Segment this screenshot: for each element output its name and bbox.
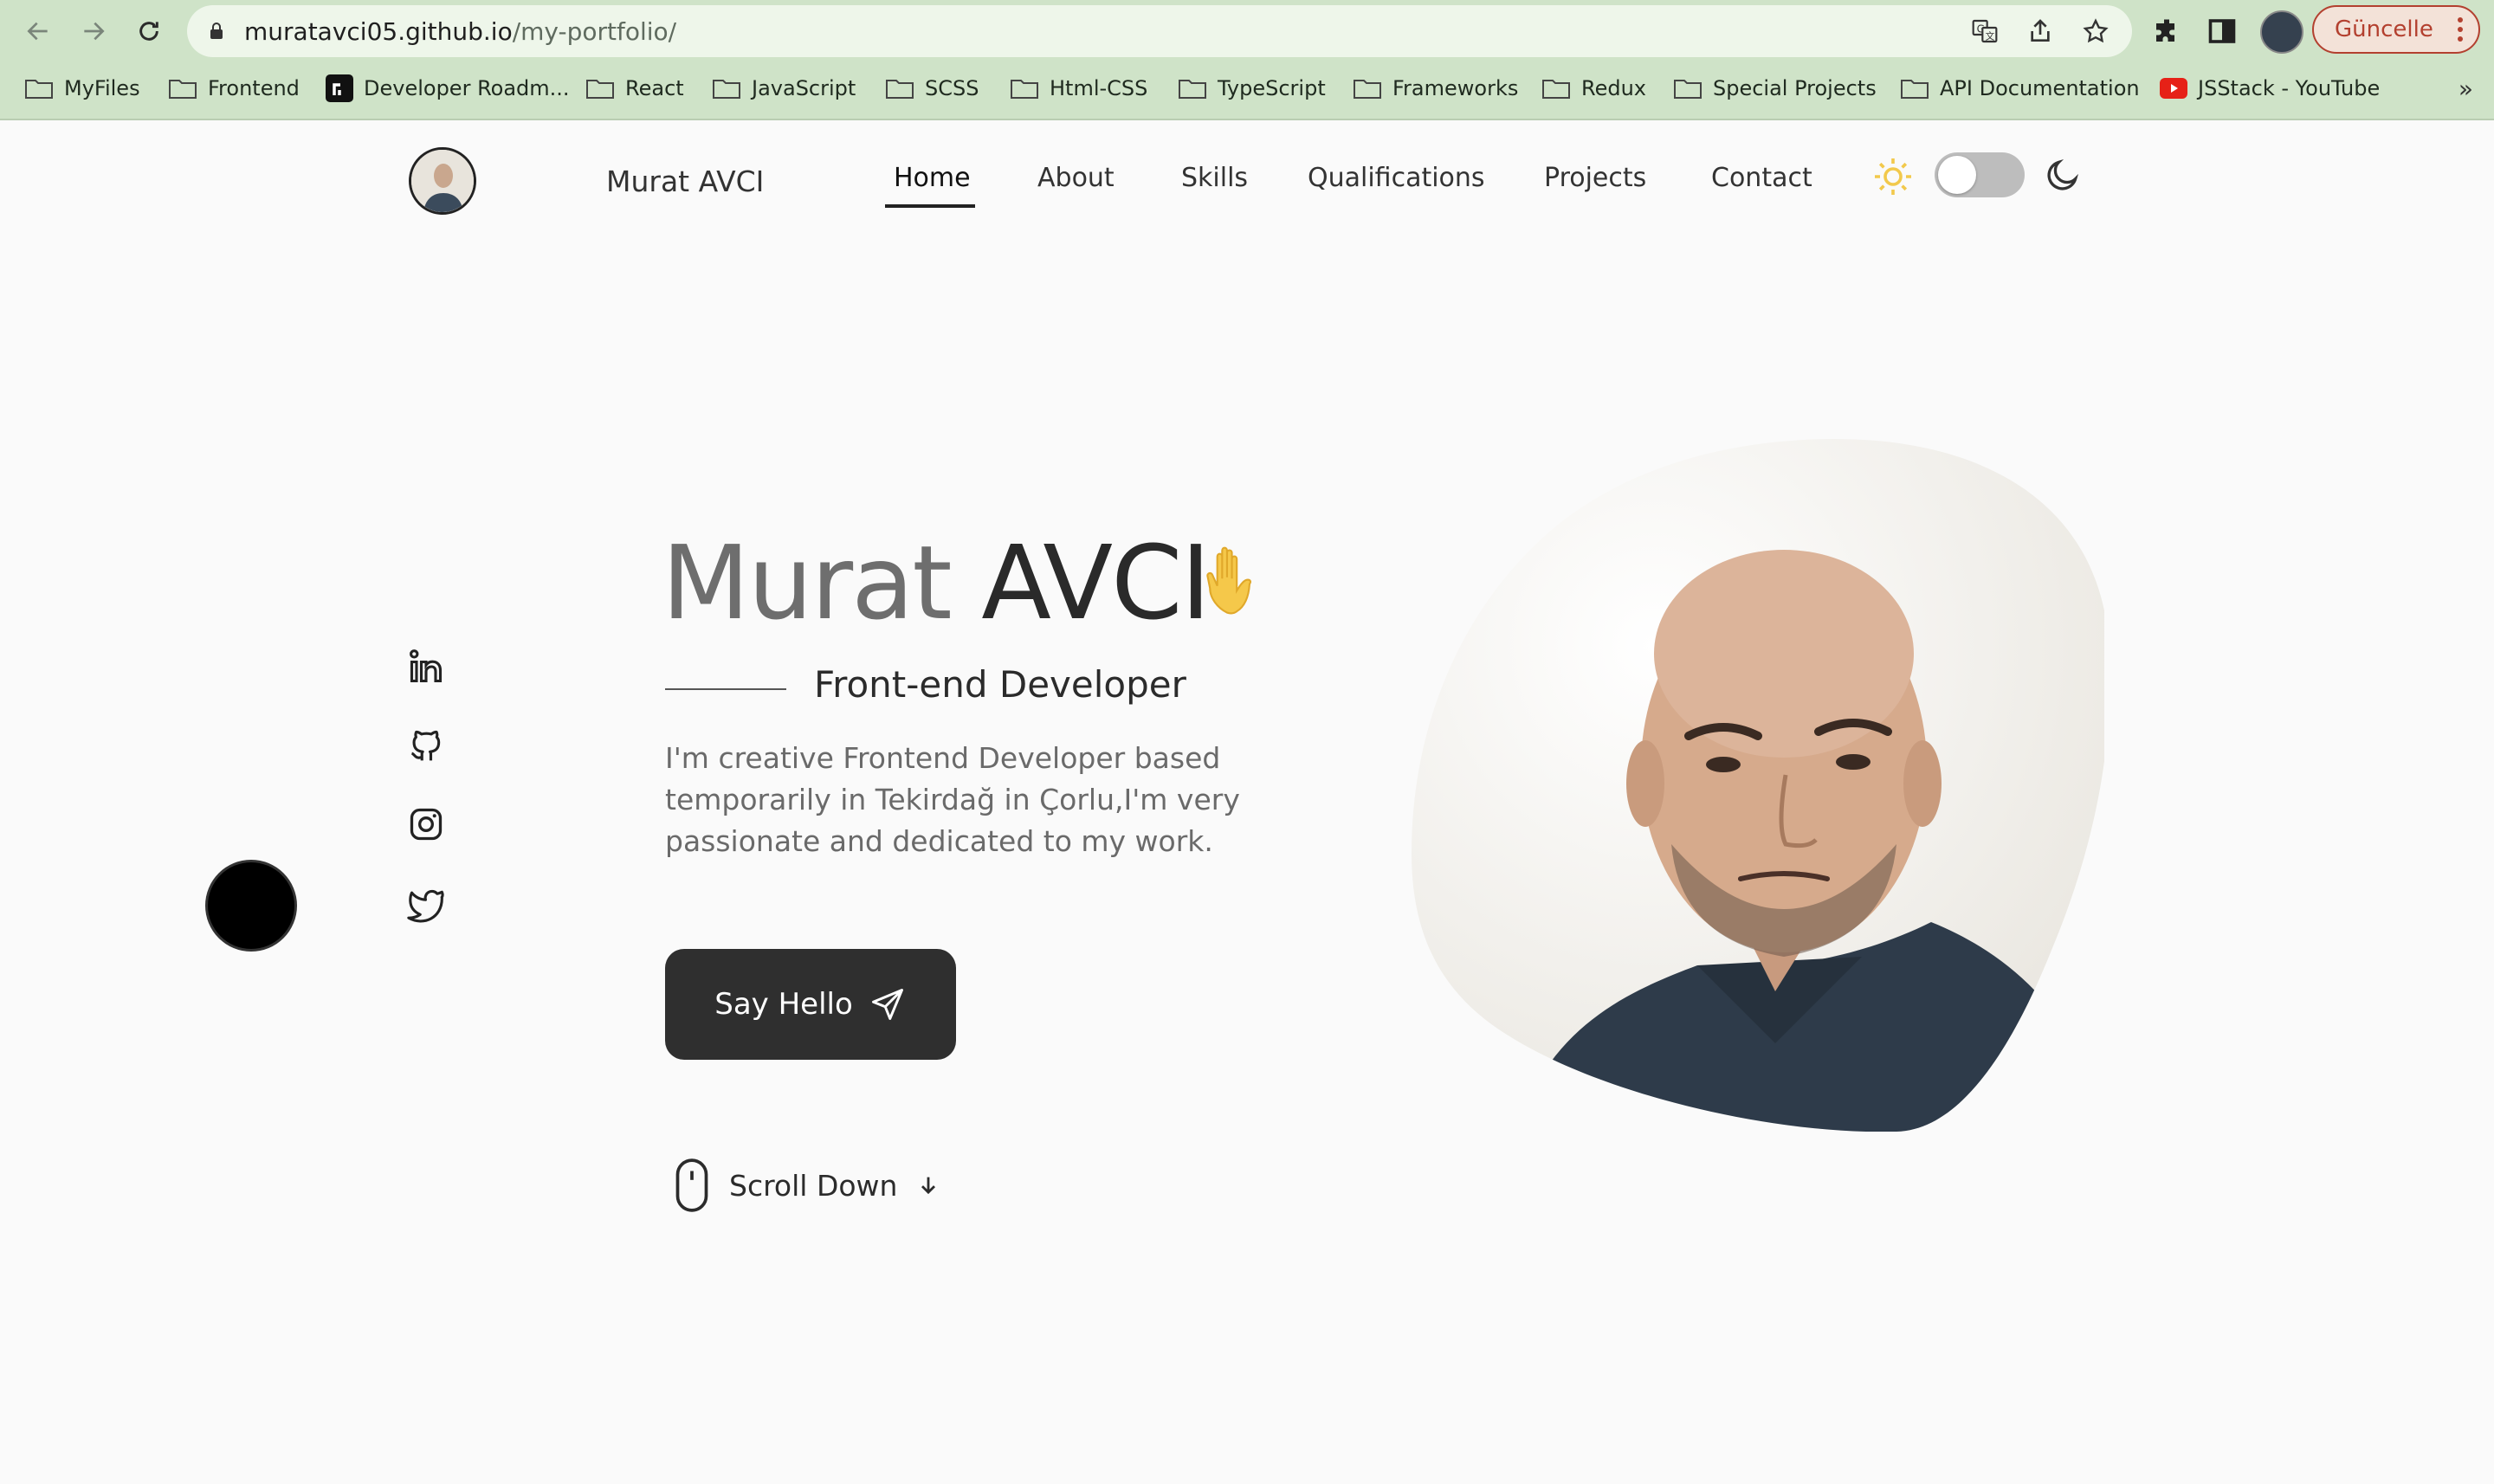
folder-icon — [169, 80, 197, 99]
bookmark-api-documentation[interactable]: API Documentation — [1900, 71, 2140, 106]
side-panel-icon[interactable] — [2206, 16, 2238, 47]
hero-description: I'm creative Frontend Developer based te… — [665, 741, 1240, 858]
star-icon[interactable] — [2082, 17, 2110, 45]
say-hello-label: Say Hello — [714, 987, 853, 1022]
bookmarks-bar: MyFiles Frontend Developer Roadm... Reac… — [0, 68, 2494, 111]
send-icon — [871, 989, 903, 1020]
share-icon[interactable] — [2026, 17, 2054, 45]
folder-icon — [25, 80, 53, 99]
nav-active-indicator — [885, 204, 975, 208]
bookmark-special-projects[interactable]: Special Projects — [1673, 71, 1877, 106]
bookmark-label: Special Projects — [1713, 76, 1877, 100]
more-vert-icon — [2458, 17, 2463, 42]
arrow-right-icon — [84, 22, 105, 41]
header-avatar[interactable] — [409, 147, 476, 215]
update-button[interactable]: Güncelle — [2312, 5, 2480, 54]
toggle-knob — [1938, 156, 1976, 194]
browser-chrome: muratavci05.github.io/my-portfolio/ G文 G… — [0, 0, 2494, 120]
folder-icon — [1674, 80, 1702, 99]
bookmark-html-css[interactable]: Html-CSS — [1010, 71, 1147, 106]
hero-subtitle: Front-end Developer — [814, 663, 1186, 706]
brand-name[interactable]: Murat AVCI — [606, 165, 764, 198]
github-icon[interactable] — [407, 726, 445, 764]
nav-projects[interactable]: Projects — [1544, 163, 1646, 193]
linkedin-icon[interactable] — [407, 648, 445, 686]
twitter-icon[interactable] — [407, 885, 445, 923]
hero-portrait — [1412, 438, 2104, 1132]
instagram-icon[interactable] — [407, 805, 445, 843]
bookmark-label: MyFiles — [64, 76, 140, 100]
mouse-icon — [675, 1158, 708, 1212]
forward-button[interactable] — [76, 14, 111, 48]
bookmark-typescript[interactable]: TypeScript — [1178, 71, 1326, 106]
profile-avatar[interactable] — [2260, 10, 2303, 54]
hero-name: Murat AVCI — [662, 523, 1211, 642]
avatar-portrait — [411, 150, 474, 212]
folder-icon — [1901, 80, 1929, 99]
folder-icon — [1354, 80, 1381, 99]
hero-first-name: Murat — [662, 523, 953, 642]
arrow-left-icon — [27, 22, 48, 41]
url-path: /my-portfolio/ — [512, 17, 677, 46]
arrow-down-icon — [921, 1177, 936, 1195]
bookmark-javascript[interactable]: JavaScript — [712, 71, 856, 106]
bookmark-jsstack-youtube[interactable]: JSStack - YouTube — [2160, 71, 2380, 106]
bookmark-frontend[interactable]: Frontend — [168, 71, 300, 106]
sun-icon[interactable] — [1872, 156, 1914, 197]
subtitle-divider — [665, 688, 786, 690]
bookmark-label: Developer Roadm... — [364, 76, 570, 100]
folder-icon — [586, 80, 614, 99]
waving-hand-icon — [1206, 546, 1252, 615]
translate-icon[interactable]: G文 — [1971, 17, 1999, 45]
youtube-icon — [2160, 78, 2187, 99]
nav-qualifications[interactable]: Qualifications — [1308, 163, 1485, 193]
moon-icon[interactable] — [2044, 156, 2082, 194]
url-host: muratavci05.github.io — [244, 17, 513, 46]
bookmarks-overflow-button[interactable]: » — [2458, 74, 2473, 103]
scroll-down-label: Scroll Down — [729, 1168, 898, 1203]
bookmark-label: Redux — [1581, 76, 1647, 100]
bookmark-label: API Documentation — [1940, 76, 2140, 100]
update-label: Güncelle — [2335, 16, 2433, 42]
scroll-down-link[interactable]: Scroll Down — [674, 1155, 940, 1216]
nav-contact[interactable]: Contact — [1711, 163, 1812, 193]
reload-icon — [139, 22, 158, 41]
folder-icon — [1179, 80, 1206, 99]
extensions-icon[interactable] — [2151, 16, 2182, 47]
bookmark-label: React — [625, 76, 684, 100]
say-hello-button[interactable]: Say Hello — [665, 949, 956, 1060]
reload-button[interactable] — [132, 14, 166, 48]
bookmark-react[interactable]: React — [585, 71, 684, 106]
url-text: muratavci05.github.io/my-portfolio/ — [244, 17, 676, 46]
bookmark-label: JSStack - YouTube — [2198, 76, 2381, 100]
bookmark-label: JavaScript — [752, 76, 856, 100]
folder-icon — [886, 80, 914, 99]
lock-icon — [210, 23, 223, 39]
hero-last-name: AVCI — [981, 523, 1211, 642]
bookmark-label: Html-CSS — [1050, 76, 1148, 100]
folder-icon — [1542, 80, 1570, 99]
theme-toggle[interactable] — [1935, 152, 2025, 197]
bookmark-frameworks[interactable]: Frameworks — [1353, 71, 1518, 106]
cursor-follower-dot — [208, 862, 294, 949]
nav-about[interactable]: About — [1037, 163, 1115, 193]
nav-home[interactable]: Home — [894, 163, 971, 193]
bookmark-label: Frameworks — [1392, 76, 1519, 100]
bookmark-label: Frontend — [208, 76, 300, 100]
nav-skills[interactable]: Skills — [1181, 163, 1248, 193]
roadmap-logo-icon — [326, 74, 353, 102]
address-bar[interactable]: muratavci05.github.io/my-portfolio/ G文 — [187, 5, 2132, 57]
bookmark-redux[interactable]: Redux — [1541, 71, 1646, 106]
bookmark-myfiles[interactable]: MyFiles — [24, 71, 140, 106]
bookmark-label: TypeScript — [1218, 76, 1326, 100]
bookmark-label: SCSS — [925, 76, 979, 100]
folder-icon — [1011, 80, 1038, 99]
bookmark-developer-roadmap[interactable]: Developer Roadm... — [326, 71, 570, 106]
back-button[interactable] — [21, 14, 55, 48]
folder-icon — [713, 80, 740, 99]
svg-text:文: 文 — [1986, 30, 1995, 42]
bookmark-scss[interactable]: SCSS — [885, 71, 979, 106]
